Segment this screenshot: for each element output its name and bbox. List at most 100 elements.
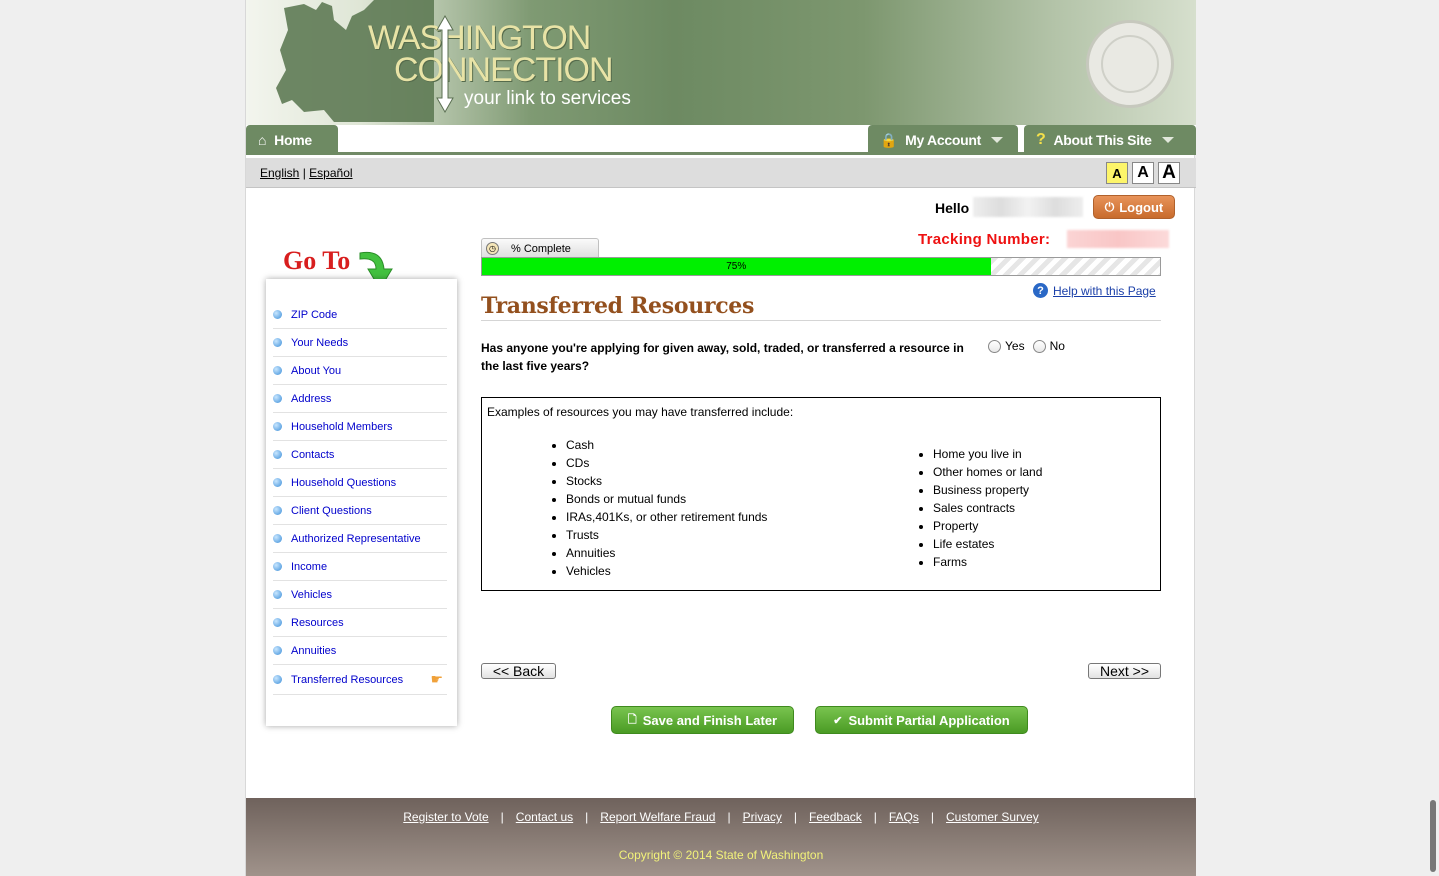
document-icon: 🗋	[627, 713, 637, 726]
bullet-icon	[273, 534, 282, 543]
font-size-large-button[interactable]: A	[1158, 162, 1180, 184]
seal-portrait-icon	[1101, 35, 1159, 93]
sidebar-item-client-questions[interactable]: Client Questions	[273, 497, 447, 525]
bullet-icon	[273, 450, 282, 459]
sidebar-item-label: Contacts	[291, 448, 335, 461]
footer-link-contact-us[interactable]: Contact us	[516, 810, 573, 824]
language-links: English | Español	[260, 166, 353, 180]
copyright-text: Copyright © 2014 State of Washington	[618, 848, 824, 862]
sidebar-item-label: ZIP Code	[291, 308, 338, 321]
yes-label[interactable]: Yes	[1005, 339, 1025, 353]
no-label[interactable]: No	[1050, 339, 1065, 353]
footer-link-customer-survey[interactable]: Customer Survey	[946, 810, 1039, 824]
sidebar-item-label: Annuities	[291, 644, 337, 657]
house-icon: ⌂	[258, 132, 267, 148]
footer-link-privacy[interactable]: Privacy	[743, 810, 782, 824]
progress-tab: ◷ % Complete	[481, 238, 599, 258]
font-size-small-button[interactable]: A	[1106, 162, 1128, 184]
power-icon: ⏻	[1104, 199, 1115, 214]
sidebar-item-resources[interactable]: Resources	[273, 609, 447, 637]
sidebar-item-income[interactable]: Income	[273, 553, 447, 581]
redacted-username	[973, 197, 1083, 217]
sidebar-item-annuities[interactable]: Annuities	[273, 637, 447, 665]
question-icon: ?	[1036, 131, 1046, 148]
bullet-icon	[273, 562, 282, 571]
list-item: Farms	[933, 553, 1042, 571]
chevron-down-icon	[990, 137, 1003, 143]
bullet-icon	[273, 618, 282, 627]
bullet-icon	[273, 310, 282, 319]
redacted-tracking-number	[1067, 230, 1169, 248]
progress-fill: 75%	[482, 258, 991, 275]
font-size-medium-button[interactable]: A	[1132, 162, 1154, 184]
site-logo[interactable]: WASHINGTON CONNECTION your link to servi…	[368, 21, 631, 110]
sidebar-item-label: Transferred Resources	[291, 673, 404, 686]
no-radio[interactable]	[1032, 339, 1046, 353]
list-item: Trusts	[566, 526, 767, 544]
sidebar-item-your-needs[interactable]: Your Needs	[273, 329, 447, 357]
progress-bar: 75%	[481, 257, 1161, 276]
goto-sidebar: ZIP Code Your Needs About You Address Ho…	[266, 279, 457, 726]
list-item: Life estates	[933, 535, 1042, 553]
bullet-icon	[273, 590, 282, 599]
sidebar-item-address[interactable]: Address	[273, 385, 447, 413]
pointing-hand-icon: ☛	[430, 671, 443, 687]
site-banner: WASHINGTON CONNECTION your link to servi…	[246, 0, 1196, 125]
hello-text: Hello	[935, 200, 970, 216]
nav-home[interactable]: ⌂ Home	[246, 125, 338, 155]
site-footer: Register to Vote | Contact us | Report Welfa…	[246, 798, 1196, 876]
next-button[interactable]: Next >>	[1088, 663, 1161, 679]
sidebar-item-zip-code[interactable]: ZIP Code	[273, 301, 447, 329]
sidebar-item-authorized-representative[interactable]: Authorized Representative	[273, 525, 447, 553]
logout-button[interactable]: ⏻ Logout	[1093, 195, 1175, 219]
footer-link-feedback[interactable]: Feedback	[809, 810, 862, 824]
font-size-controls: A A A	[1106, 162, 1180, 184]
logo-arrow-icon	[436, 14, 454, 114]
yes-radio[interactable]	[988, 339, 1001, 353]
list-item: Cash	[566, 436, 767, 454]
logo-tagline: your link to services	[464, 88, 631, 109]
sidebar-item-label: Your Needs	[291, 336, 349, 349]
logo-line2: CONNECTION	[394, 51, 614, 89]
sidebar-item-label: Vehicles	[291, 588, 332, 601]
footer-link-register-vote[interactable]: Register to Vote	[403, 810, 488, 824]
sidebar-item-about-you[interactable]: About You	[273, 357, 447, 385]
nav-about-site[interactable]: ? About This Site	[1024, 125, 1196, 155]
sidebar-item-household-questions[interactable]: Household Questions	[273, 469, 447, 497]
list-item: Other homes or land	[933, 463, 1042, 481]
help-link[interactable]: ? Help with this Page	[1033, 283, 1156, 298]
sidebar-item-label: Client Questions	[291, 504, 372, 517]
sidebar-item-label: Authorized Representative	[291, 532, 421, 545]
sidebar-item-label: About You	[291, 364, 342, 377]
tracking-number-label: Tracking Number:	[918, 231, 1051, 248]
spanish-link[interactable]: Español	[309, 166, 352, 180]
sidebar-item-label: Income	[291, 560, 328, 573]
sidebar-item-vehicles[interactable]: Vehicles	[273, 581, 447, 609]
examples-intro: Examples of resources you may have trans…	[487, 405, 794, 419]
lock-icon: 🔒	[880, 131, 898, 148]
list-item: Vehicles	[566, 562, 767, 580]
page-title: Transferred Resources	[481, 293, 755, 319]
sidebar-item-transferred-resources[interactable]: Transferred Resources ☛	[273, 665, 447, 695]
sidebar-item-household-members[interactable]: Household Members	[273, 413, 447, 441]
help-question-icon: ?	[1033, 283, 1048, 298]
english-link[interactable]: English	[260, 166, 299, 180]
submit-label: Submit Partial Application	[848, 712, 1010, 728]
nav-my-account-label: My Account	[905, 132, 981, 148]
bullet-icon	[273, 675, 282, 684]
bullet-icon	[273, 646, 282, 655]
nav-home-label: Home	[274, 132, 312, 148]
footer-link-faqs[interactable]: FAQs	[889, 810, 919, 824]
sidebar-item-contacts[interactable]: Contacts	[273, 441, 447, 469]
submit-partial-application-button[interactable]: ✔ Submit Partial Application	[815, 706, 1028, 734]
footer-link-report-fraud[interactable]: Report Welfare Fraud	[600, 810, 715, 824]
save-finish-later-button[interactable]: 🗋 Save and Finish Later	[611, 706, 794, 734]
list-item: Stocks	[566, 472, 767, 490]
bullet-icon	[273, 394, 282, 403]
help-link-label[interactable]: Help with this Page	[1053, 284, 1156, 298]
list-item: IRAs,401Ks, or other retirement funds	[566, 508, 767, 526]
nav-my-account[interactable]: 🔒 My Account	[868, 125, 1018, 155]
bullet-icon	[273, 338, 282, 347]
back-button[interactable]: << Back	[481, 663, 556, 679]
page-scrollbar[interactable]	[1430, 800, 1436, 872]
